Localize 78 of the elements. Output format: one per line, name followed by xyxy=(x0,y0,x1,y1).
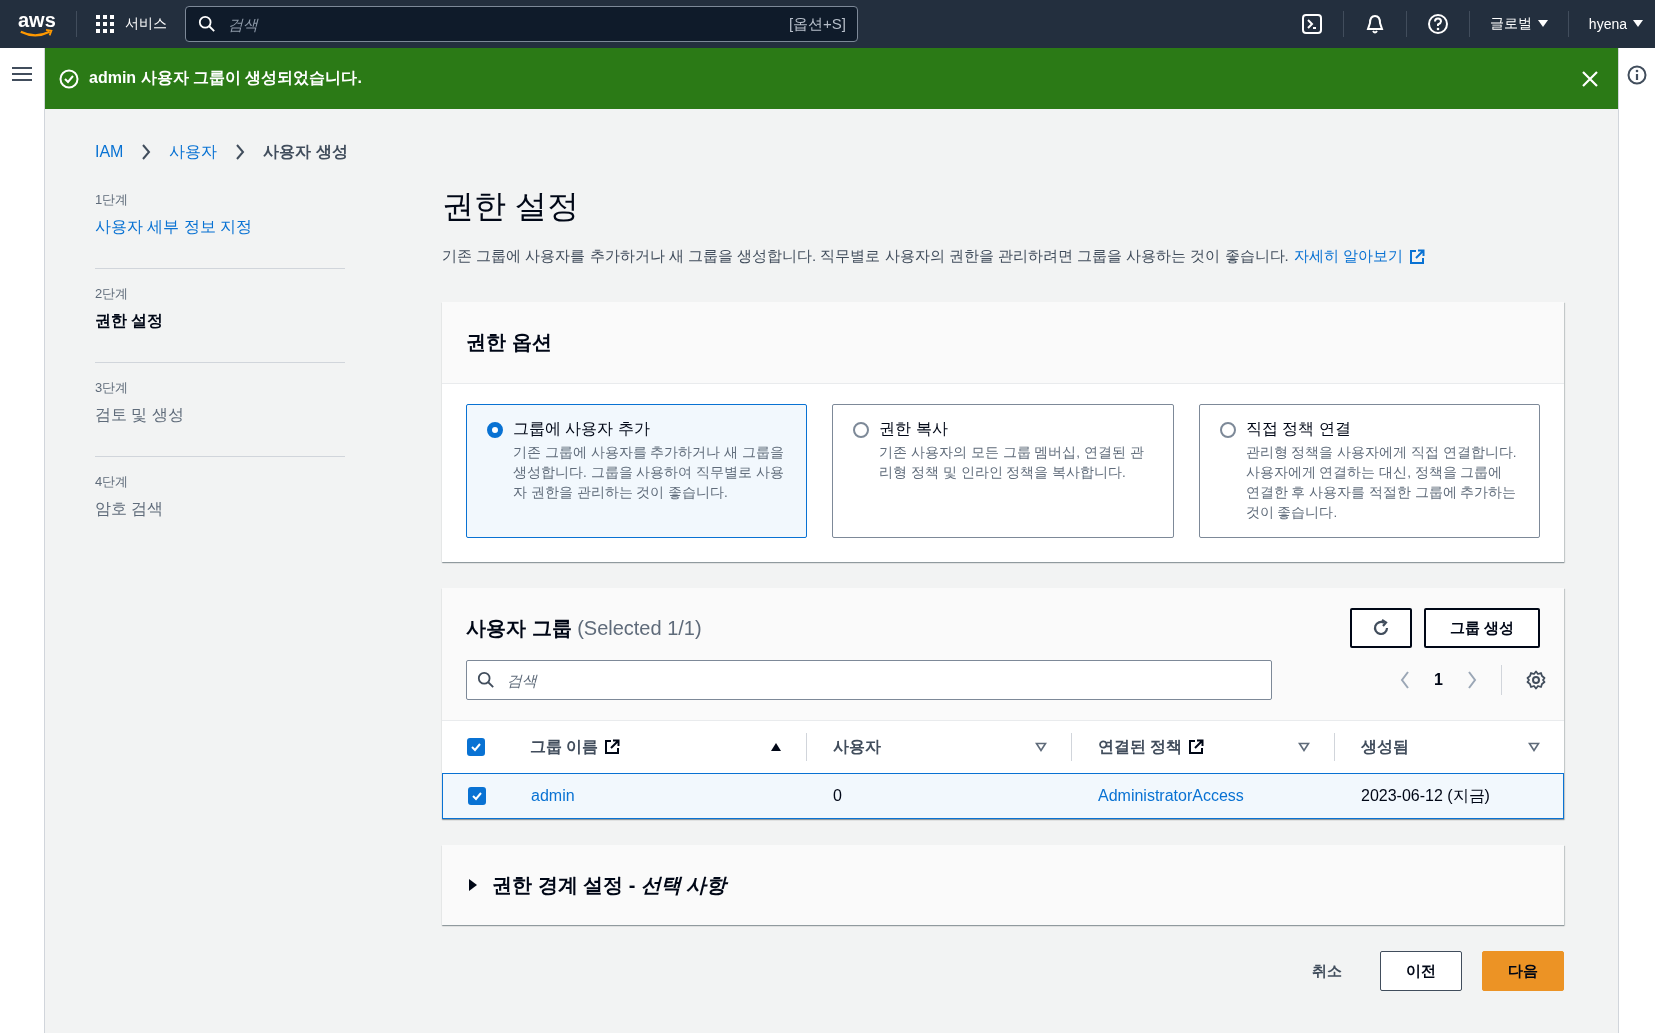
close-icon[interactable] xyxy=(1582,70,1598,87)
row-checkbox[interactable] xyxy=(468,787,486,805)
select-all-checkbox[interactable] xyxy=(467,738,485,756)
radio-button[interactable] xyxy=(1219,422,1236,438)
option-label: 권한 복사 xyxy=(879,419,949,439)
external-link-icon xyxy=(1188,739,1205,755)
checkmark-icon xyxy=(470,741,482,753)
column-header[interactable]: 그룹 이름 xyxy=(504,733,806,761)
external-link-icon xyxy=(1408,248,1425,265)
page-number[interactable]: 1 xyxy=(1434,671,1443,689)
option-label: 그룹에 사용자 추가 xyxy=(513,419,651,439)
refresh-button[interactable] xyxy=(1349,608,1412,648)
success-message: admin 사용자 그룹이 생성되었습니다. xyxy=(89,68,362,88)
step-title[interactable]: 권한 설정 xyxy=(95,311,345,332)
caret-icon xyxy=(1537,20,1548,28)
table-row[interactable]: admin 0 AdministratorAccess 2023-06-12 (지금) xyxy=(442,773,1564,819)
step-number: 1단계 xyxy=(95,191,130,209)
info-icon[interactable] xyxy=(1627,65,1647,85)
option-description: 관리형 정책을 사용자에게 직접 연결합니다. 사용자에게 연결하는 대신, 정책을 그룹에 연결한 후 사용자를 적절한 그룹에 추가하는 것이 좋습니다. xyxy=(1245,444,1518,522)
table-cell: 0 xyxy=(833,787,842,805)
table-cell-link[interactable]: admin xyxy=(531,787,575,805)
column-header[interactable]: 생성됨 xyxy=(1334,733,1564,761)
card-title: 권한 옵션 xyxy=(466,330,553,355)
help-icon[interactable] xyxy=(1426,13,1449,35)
permissions-boundary-section[interactable]: 권한 경계 설정 - 선택 사항 xyxy=(442,845,1564,925)
next-button[interactable]: 다음 xyxy=(1482,951,1564,991)
column-header[interactable]: 연결된 정책 xyxy=(1071,733,1334,761)
option-tile[interactable]: 직접 정책 연결 관리형 정책을 사용자에게 직접 연결합니다. 사용자에게 연결하는 대신, 정책을 그룹에 연결한 후 사용자를 적절한 그룹에 추가하는 것이 좋습니다. xyxy=(1198,404,1540,538)
previous-button[interactable]: 이전 xyxy=(1380,951,1462,991)
table-cell-text: 2023-06-12 (지금) xyxy=(1361,785,1490,806)
option-description: 기존 사용자의 모든 그룹 멤버십, 연결된 관리형 정책 및 인라인 정책을 복사합니다. xyxy=(879,444,1145,482)
check-circle-icon xyxy=(59,68,79,89)
external-link-icon xyxy=(604,739,621,755)
option-tile[interactable]: 그룹에 사용자 추가 기존 그룹에 사용자를 추가하거나 새 그룹을 생성합니다. 그룹을 사용하여 직무별로 사용자 권한을 관리하는 것이 좋습니다. xyxy=(466,404,808,538)
user-menu[interactable]: hyena xyxy=(1588,16,1643,32)
card-title: 사용자 그룹 (Selected 1/1) xyxy=(466,615,702,641)
search-icon xyxy=(198,15,216,33)
menu-icon[interactable] xyxy=(12,66,32,82)
step-title[interactable]: 사용자 세부 정보 지정 xyxy=(95,217,345,238)
step-number: 2단계 xyxy=(95,285,130,303)
radio-button[interactable] xyxy=(487,422,503,438)
cancel-link[interactable]: 취소 xyxy=(1312,961,1342,981)
caret-icon xyxy=(1633,20,1643,28)
aws-logo[interactable]: aws xyxy=(18,10,58,38)
services-menu-button[interactable]: 서비스 xyxy=(95,14,167,34)
sort-icon[interactable] xyxy=(1035,742,1047,752)
search-field[interactable]: 검색 xyxy=(466,660,1272,700)
option-description: 기존 그룹에 사용자를 추가하거나 새 그룹을 생성합니다. 그룹을 사용하여 직무별로 사용자 권한을 관리하는 것이 좋습니다. xyxy=(513,444,785,502)
step-title[interactable]: 암호 검색 xyxy=(95,499,345,520)
step-number: 4단계 xyxy=(95,473,130,491)
grid-icon xyxy=(95,14,115,34)
step-number: 3단계 xyxy=(95,379,130,397)
radio-button[interactable] xyxy=(853,422,870,438)
section-title: 권한 경계 설정 - 선택 사항 xyxy=(492,872,727,898)
breadcrumb-link[interactable]: IAM xyxy=(95,143,124,161)
page-description: 기존 그룹에 사용자를 추가하거나 새 그룹을 생성합니다. 직무별로 사용자의 권한을 관리하려면 그룹을 사용하는 것이 좋습니다. xyxy=(442,247,1289,266)
expand-icon[interactable] xyxy=(468,879,478,891)
shortcut-hint: [옵션+S] xyxy=(788,15,846,34)
table-cell-link[interactable]: AdministratorAccess xyxy=(1098,787,1244,805)
chevron-right-icon xyxy=(235,144,246,160)
step-title[interactable]: 검토 및 생성 xyxy=(95,405,345,426)
terminal-icon[interactable] xyxy=(1300,13,1323,35)
region-menu[interactable]: 글로벌 xyxy=(1489,15,1548,33)
settings-icon[interactable] xyxy=(1526,670,1546,690)
breadcrumb-link[interactable]: 사용자 xyxy=(169,141,218,163)
sort-icon[interactable] xyxy=(1528,742,1540,752)
sort-ascending-icon[interactable] xyxy=(770,742,782,752)
breadcrumb-current: 사용자 생성 xyxy=(263,141,348,162)
option-label: 직접 정책 연결 xyxy=(1245,419,1352,439)
column-header[interactable]: 사용자 xyxy=(806,733,1071,761)
page-title: 권한 설정 xyxy=(442,187,580,226)
option-tile[interactable]: 권한 복사 기존 사용자의 모든 그룹 멤버십, 연결된 관리형 정책 및 인라인 정책을 복사합니다. xyxy=(832,404,1174,538)
chevron-right-icon xyxy=(141,144,152,160)
sort-icon[interactable] xyxy=(1298,742,1310,752)
search-icon xyxy=(477,671,495,689)
learn-more-link[interactable]: 자세히 알아보기 xyxy=(1293,247,1425,266)
create-group-button[interactable]: 그룹 생성 xyxy=(1423,608,1540,648)
checkmark-icon xyxy=(471,790,483,802)
